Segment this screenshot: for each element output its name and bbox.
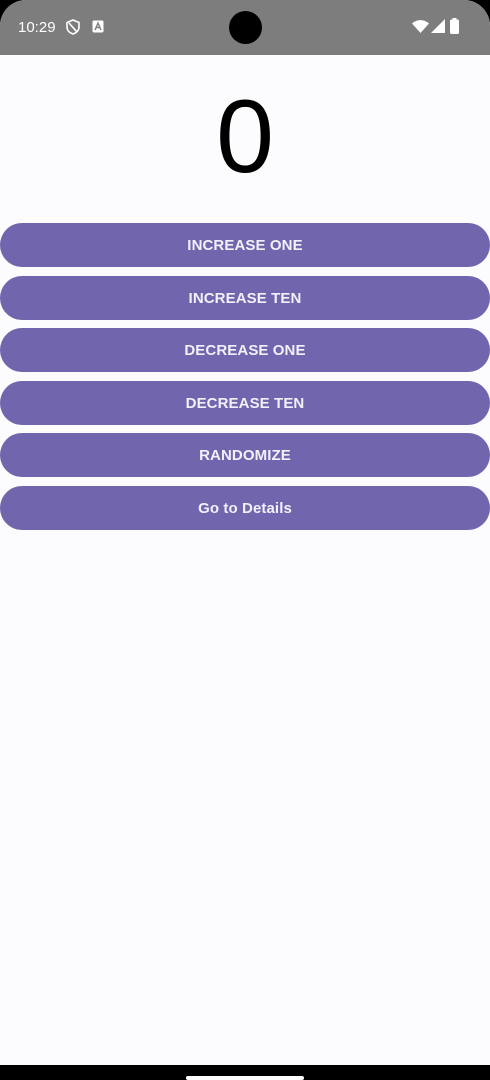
status-bar: 10:29: [0, 0, 490, 55]
signal-icon: [431, 19, 445, 38]
wifi-icon: [412, 20, 429, 38]
decrease-ten-button[interactable]: DECREASE TEN: [0, 381, 490, 425]
decrease-one-button[interactable]: DECREASE ONE: [0, 328, 490, 372]
shield-icon: [66, 19, 80, 40]
randomize-button[interactable]: RANDOMIZE: [0, 433, 490, 477]
camera-cutout: [229, 11, 262, 44]
home-gesture-handle[interactable]: [186, 1076, 304, 1080]
status-time: 10:29: [18, 19, 56, 36]
a-badge-icon: [92, 20, 104, 38]
navigation-bar: [0, 1065, 490, 1080]
increase-ten-button[interactable]: INCREASE TEN: [0, 276, 490, 320]
counter-value: 0: [216, 79, 274, 195]
go-to-details-button[interactable]: Go to Details: [0, 486, 490, 530]
increase-one-button[interactable]: INCREASE ONE: [0, 223, 490, 267]
main-content: 0 INCREASE ONE INCREASE TEN DECREASE ONE…: [0, 55, 490, 1065]
phone-screen: 10:29 0 INCREASE ONE INCREASE TEN DECREA…: [0, 0, 490, 1080]
battery-icon: [450, 18, 459, 39]
